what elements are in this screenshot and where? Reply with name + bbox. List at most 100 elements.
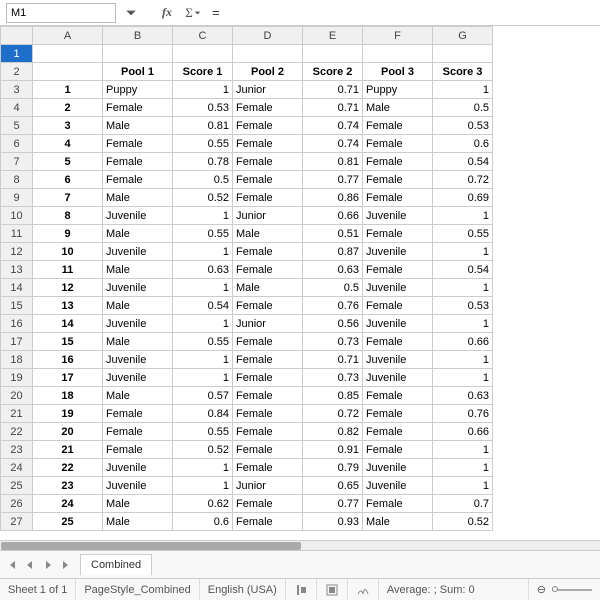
cell[interactable]: 0.53	[433, 117, 493, 135]
cell[interactable]: Pool 1	[103, 63, 173, 81]
cell[interactable]: 1	[433, 207, 493, 225]
cell[interactable]: 0.74	[303, 117, 363, 135]
cell[interactable]: Female	[363, 117, 433, 135]
cell[interactable]: 1	[173, 81, 233, 99]
cell[interactable]: 0.5	[173, 171, 233, 189]
cell[interactable]: 13	[33, 297, 103, 315]
cell[interactable]: Junior	[233, 207, 303, 225]
row-header[interactable]: 6	[1, 135, 33, 153]
row-header[interactable]: 25	[1, 477, 33, 495]
cell[interactable]: Female	[363, 495, 433, 513]
cell[interactable]: Female	[103, 441, 173, 459]
formula-equals-button[interactable]: =	[208, 5, 224, 20]
cell[interactable]: Female	[233, 261, 303, 279]
row-header[interactable]: 15	[1, 297, 33, 315]
dropdown-button[interactable]	[120, 3, 142, 23]
row-header[interactable]: 26	[1, 495, 33, 513]
cell[interactable]: Female	[103, 135, 173, 153]
cell[interactable]: 0.74	[303, 135, 363, 153]
cell[interactable]: Female	[363, 297, 433, 315]
cell[interactable]: 1	[173, 369, 233, 387]
cell[interactable]: 0.71	[303, 351, 363, 369]
row-header[interactable]: 19	[1, 369, 33, 387]
col-header[interactable]: E	[303, 27, 363, 45]
cell[interactable]: 10	[33, 243, 103, 261]
cell[interactable]: 0.55	[173, 135, 233, 153]
cell[interactable]: Male	[103, 117, 173, 135]
cell[interactable]: Juvenile	[103, 477, 173, 495]
cell[interactable]: 25	[33, 513, 103, 531]
cell[interactable]: 5	[33, 153, 103, 171]
cell[interactable]: Score 3	[433, 63, 493, 81]
cell[interactable]: 1	[173, 279, 233, 297]
cell[interactable]: 0.77	[303, 171, 363, 189]
cell[interactable]: 0.76	[303, 297, 363, 315]
cell[interactable]: 0.5	[433, 99, 493, 117]
cell-reference-input[interactable]	[6, 3, 116, 23]
cell[interactable]: 0.55	[433, 225, 493, 243]
cell[interactable]: 21	[33, 441, 103, 459]
cell[interactable]: 0.54	[433, 153, 493, 171]
cell[interactable]: 0.66	[303, 207, 363, 225]
cell[interactable]: 0.63	[303, 261, 363, 279]
signature-icon[interactable]	[348, 579, 379, 600]
cell[interactable]: Juvenile	[363, 459, 433, 477]
row-header[interactable]: 22	[1, 423, 33, 441]
zoom-out-icon[interactable]: ⊖	[537, 583, 546, 596]
cell[interactable]: 0.54	[173, 297, 233, 315]
cell[interactable]: Juvenile	[103, 315, 173, 333]
cell[interactable]: 18	[33, 387, 103, 405]
row-header[interactable]: 23	[1, 441, 33, 459]
cell[interactable]: 1	[433, 369, 493, 387]
row-header[interactable]: 5	[1, 117, 33, 135]
cell[interactable]: 0.69	[433, 189, 493, 207]
cell[interactable]: 1	[433, 315, 493, 333]
cell[interactable]: 0.7	[433, 495, 493, 513]
cell[interactable]: Female	[233, 333, 303, 351]
cell[interactable]: Juvenile	[363, 477, 433, 495]
cell[interactable]: 0.63	[173, 261, 233, 279]
selection-mode-icon[interactable]	[317, 579, 348, 600]
cell[interactable]: Female	[363, 405, 433, 423]
cell[interactable]: 0.54	[433, 261, 493, 279]
cell[interactable]: Female	[363, 153, 433, 171]
cell[interactable]: Female	[233, 99, 303, 117]
cell[interactable]: 4	[33, 135, 103, 153]
col-header[interactable]: D	[233, 27, 303, 45]
cell[interactable]: 1	[433, 243, 493, 261]
zoom-slider[interactable]	[552, 589, 592, 591]
cell[interactable]: 6	[33, 171, 103, 189]
row-header[interactable]: 3	[1, 81, 33, 99]
row-header[interactable]: 17	[1, 333, 33, 351]
row-header[interactable]: 11	[1, 225, 33, 243]
cell[interactable]: 8	[33, 207, 103, 225]
row-header[interactable]: 18	[1, 351, 33, 369]
cell[interactable]: Junior	[233, 477, 303, 495]
cell[interactable]: 0.55	[173, 423, 233, 441]
cell[interactable]: Female	[233, 171, 303, 189]
cell[interactable]: 22	[33, 459, 103, 477]
cell[interactable]: Male	[103, 261, 173, 279]
cell[interactable]: 0.6	[433, 135, 493, 153]
cell[interactable]: 19	[33, 405, 103, 423]
cell[interactable]: 0.66	[433, 333, 493, 351]
cell[interactable]: Puppy	[363, 81, 433, 99]
row-header[interactable]: 16	[1, 315, 33, 333]
cell[interactable]: 0.85	[303, 387, 363, 405]
cell[interactable]: 12	[33, 279, 103, 297]
cell[interactable]: Male	[363, 513, 433, 531]
sum-button[interactable]: Σ	[182, 3, 204, 23]
cell[interactable]: Male	[103, 333, 173, 351]
cell[interactable]: 1	[173, 207, 233, 225]
cell[interactable]: 11	[33, 261, 103, 279]
cell[interactable]: Female	[233, 459, 303, 477]
cell[interactable]: 1	[173, 351, 233, 369]
col-header[interactable]	[1, 27, 33, 45]
row-header[interactable]: 13	[1, 261, 33, 279]
horizontal-scrollbar[interactable]	[0, 540, 600, 550]
cell[interactable]: 3	[33, 117, 103, 135]
cell[interactable]: Male	[363, 99, 433, 117]
cell[interactable]: Female	[363, 225, 433, 243]
cell[interactable]: 0.84	[173, 405, 233, 423]
row-header[interactable]: 1	[1, 45, 33, 63]
